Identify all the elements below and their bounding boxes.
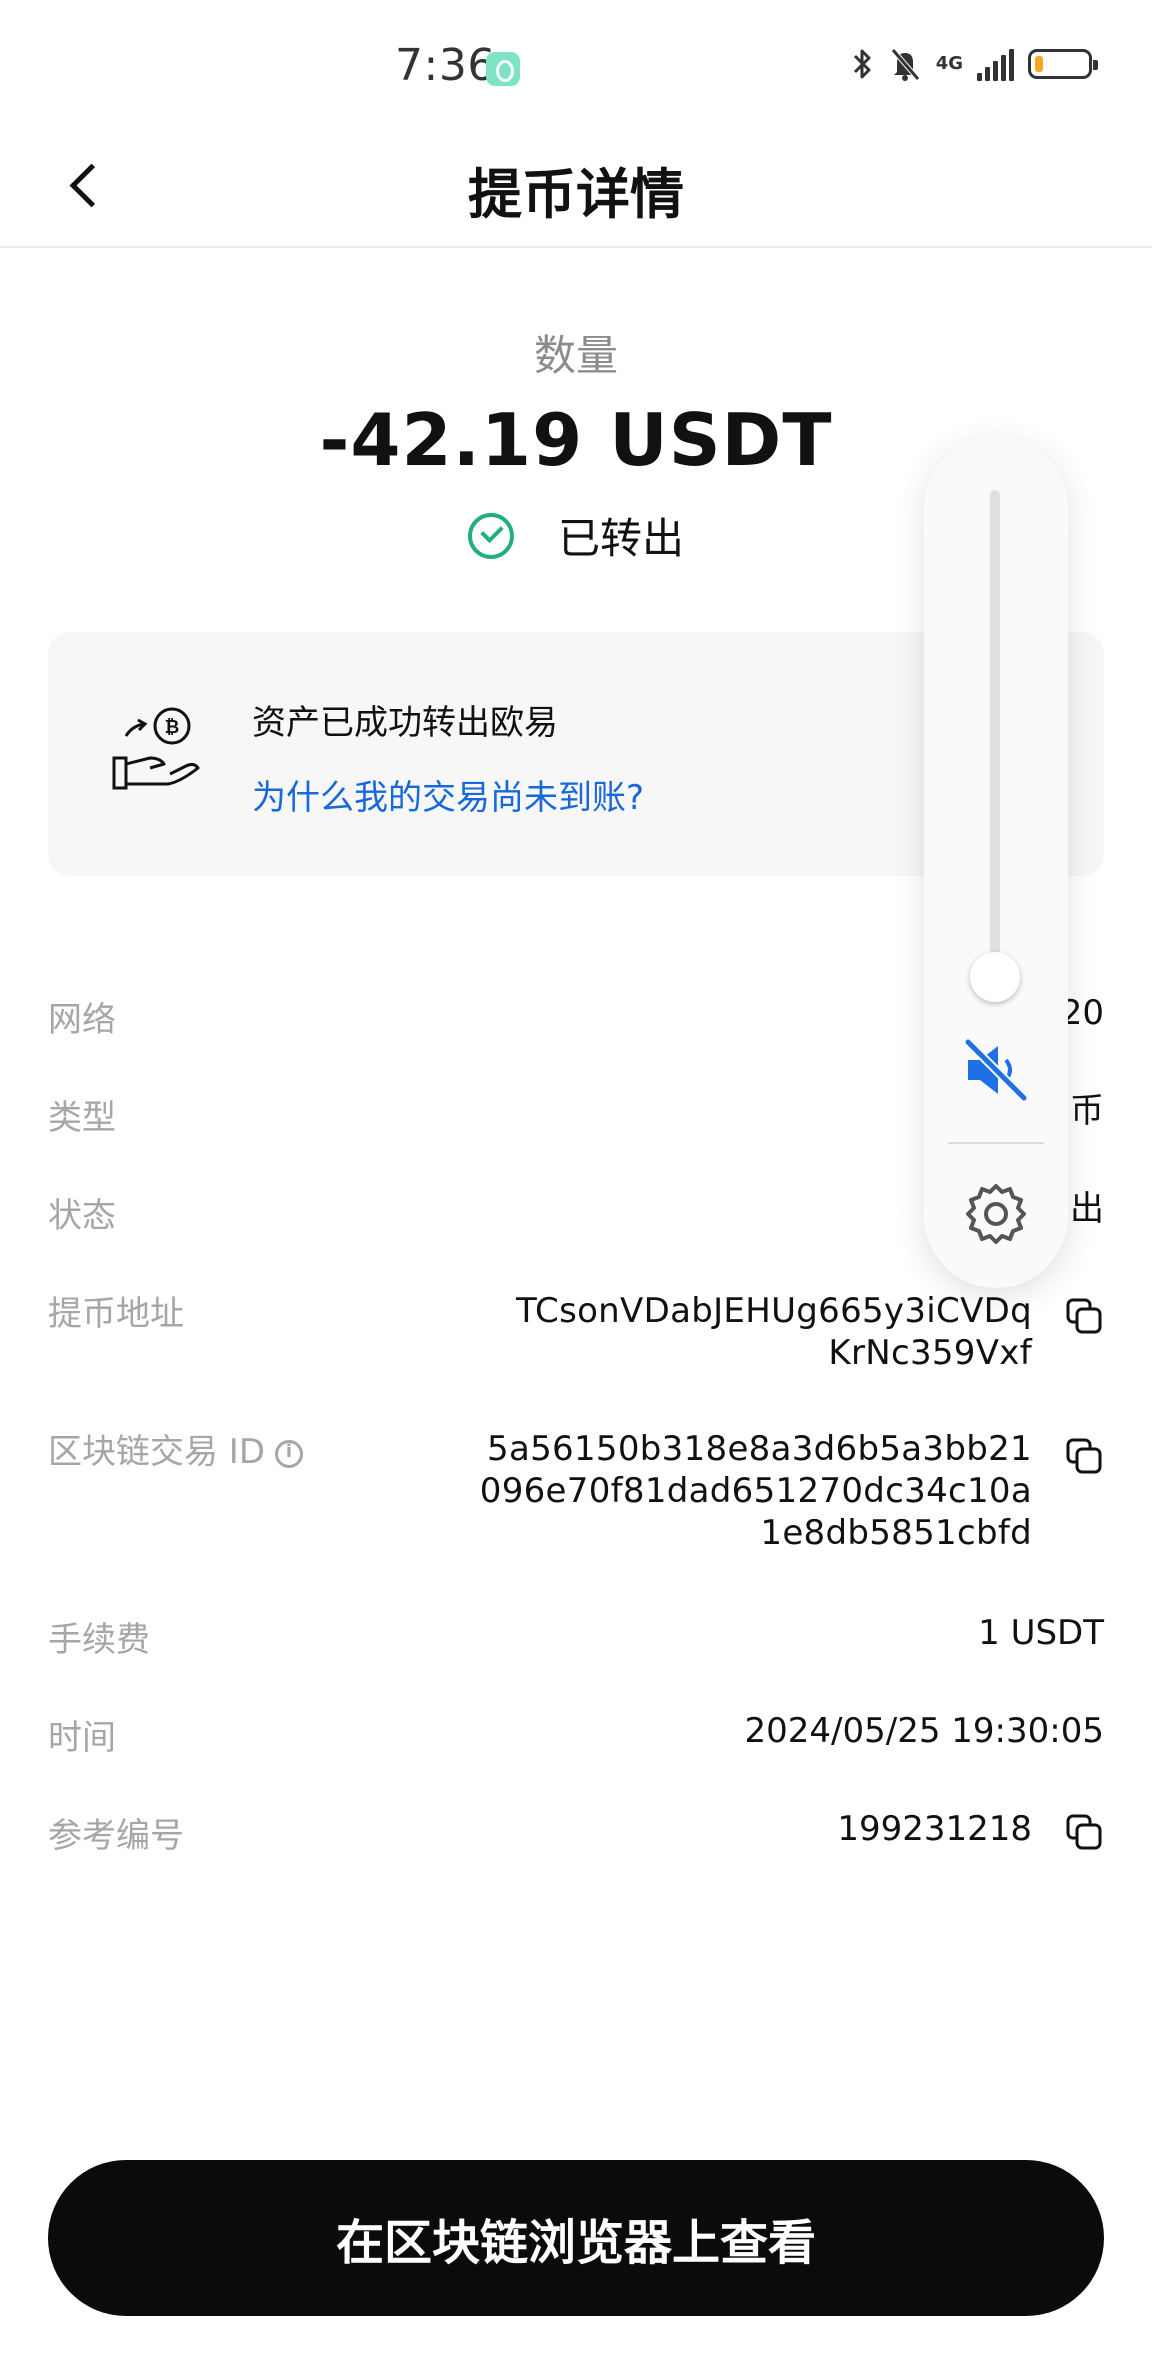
txid-line-3: 1e8db5851cbfd: [760, 1513, 1032, 1553]
header-divider: [0, 246, 1152, 248]
volume-slider-thumb[interactable]: [970, 952, 1020, 1002]
bell-muted-icon: [890, 48, 920, 81]
network-label: 网络: [48, 1000, 116, 1040]
type-value: 币: [1070, 1091, 1104, 1131]
amount-label: 数量: [533, 331, 618, 380]
type-label: 类型: [48, 1098, 116, 1138]
reference-value: 199231218: [837, 1809, 1032, 1849]
copy-reference-icon[interactable]: [1064, 1812, 1104, 1852]
notice-title: 资产已成功转出欧易: [252, 703, 558, 743]
state-value: 出: [1070, 1189, 1104, 1229]
signal-icon: [977, 47, 1014, 81]
status-icons: 4G: [852, 46, 1098, 82]
view-on-explorer-button[interactable]: 在区块链浏览器上查看: [48, 2160, 1104, 2316]
fee-label: 手续费: [48, 1620, 150, 1660]
txid-label-text: 区块链交易 ID: [48, 1432, 266, 1472]
txid-label: 区块链交易 ID: [48, 1424, 304, 1473]
volume-divider: [948, 1142, 1044, 1144]
address-line-1: TCsonVDabJEHUg665y3iCVDq: [515, 1291, 1032, 1331]
settings-gear-icon[interactable]: [962, 1180, 1030, 1248]
svg-text:₿: ₿: [165, 717, 180, 738]
page-title: 提币详情: [468, 163, 684, 226]
app-notification-icon: [486, 52, 520, 86]
state-label: 状态: [48, 1196, 116, 1236]
check-circle-icon: [467, 512, 514, 559]
volume-slider-track[interactable]: [990, 490, 1000, 980]
network-type: 4G: [935, 53, 963, 74]
txid-line-2: 096e70f81dad651270dc34c10a: [479, 1471, 1032, 1511]
address-label: 提币地址: [48, 1294, 184, 1334]
battery-icon: [1028, 49, 1098, 79]
copy-address-icon[interactable]: [1064, 1296, 1104, 1336]
reference-label: 参考编号: [48, 1816, 184, 1856]
info-icon[interactable]: [275, 1439, 304, 1468]
txid-line-1: 5a56150b318e8a3d6b5a3bb21: [487, 1429, 1032, 1469]
fee-value: 1 USDT: [978, 1613, 1104, 1653]
transfer-status-text: 已转出: [557, 514, 684, 563]
txid-value: 5a56150b318e8a3d6b5a3bb21 096e70f81dad65…: [480, 1428, 1032, 1554]
copy-txid-icon[interactable]: [1064, 1436, 1104, 1476]
status-time: 7:36: [395, 40, 496, 91]
address-line-2: KrNc359Vxf: [828, 1333, 1032, 1373]
why-not-arrived-link[interactable]: 为什么我的交易尚未到账?: [252, 770, 644, 819]
bluetooth-icon: [853, 49, 871, 79]
battery-level: [1035, 56, 1043, 72]
hand-coin-icon: ₿: [112, 707, 200, 790]
time-value: 2024/05/25 19:30:05: [744, 1711, 1104, 1751]
address-value: TCsonVDabJEHUg665y3iCVDq KrNc359Vxf: [516, 1290, 1032, 1374]
speaker-muted-icon[interactable]: [962, 1036, 1030, 1104]
time-label: 时间: [48, 1718, 116, 1758]
